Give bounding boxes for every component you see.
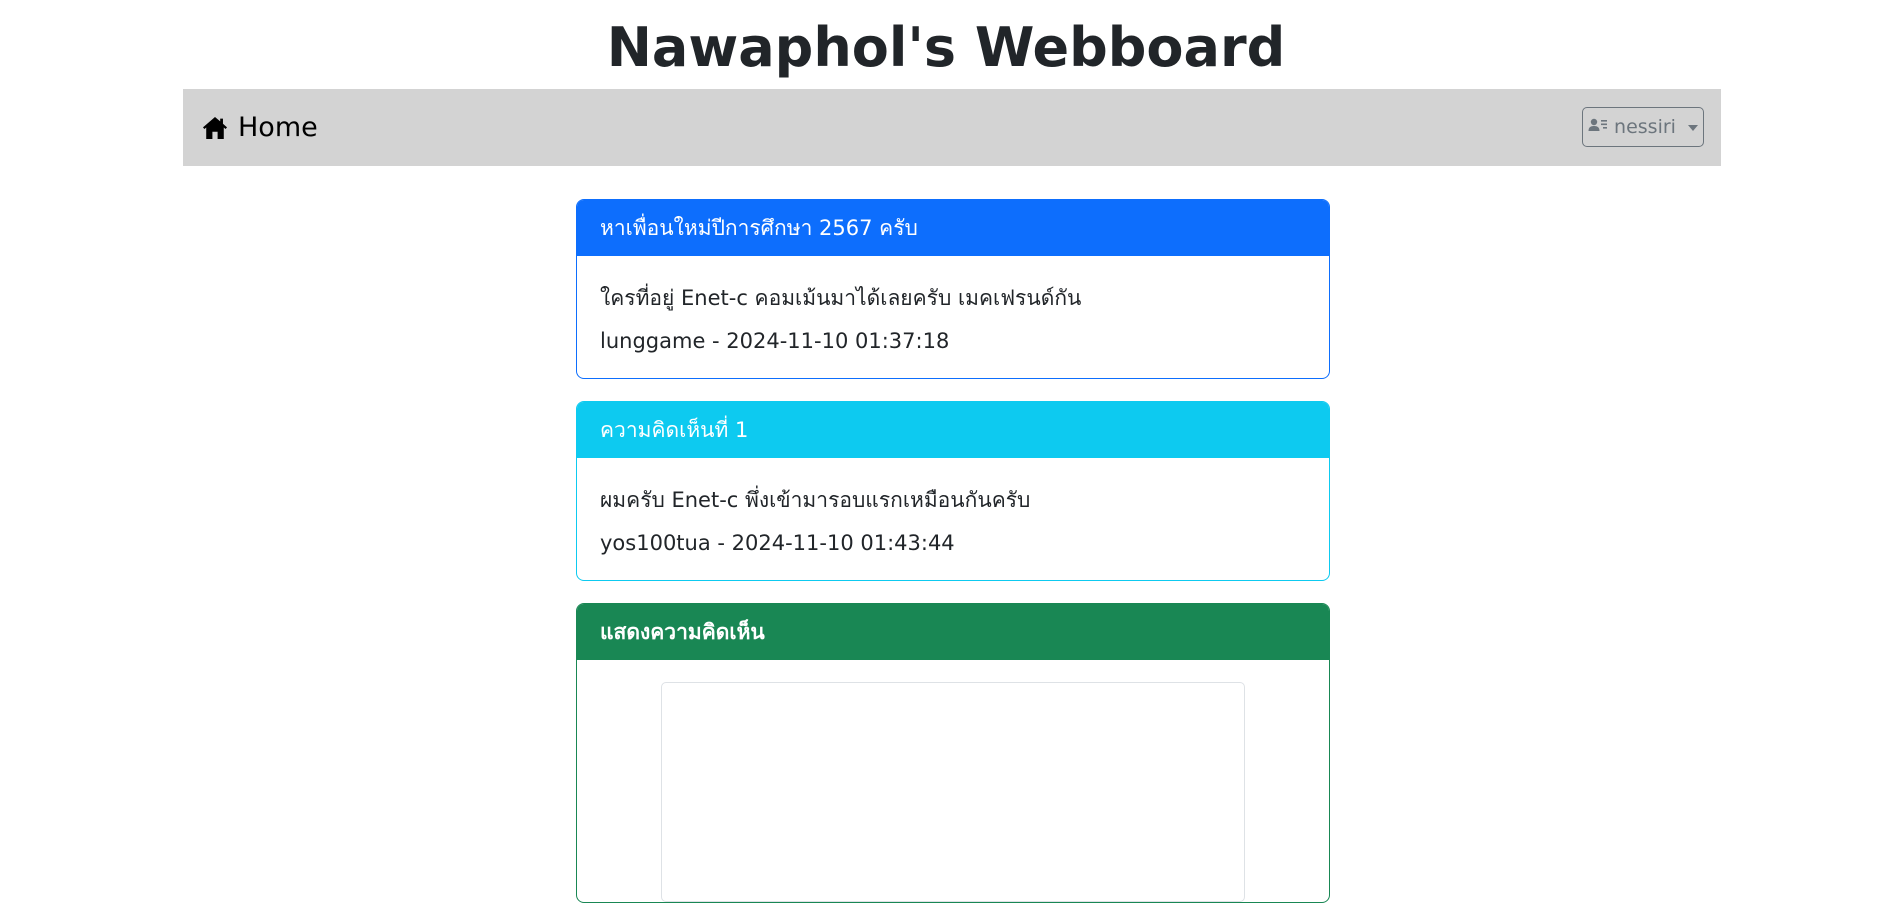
nav-home-link[interactable]: Home bbox=[202, 89, 318, 166]
comment-body: ผมครับ Enet-c พึ่งเข้ามารอบแรกเหมือนกันค… bbox=[577, 458, 1329, 565]
reply-card: แสดงความคิดเห็น bbox=[576, 603, 1330, 903]
comment-meta: yos100tua - 2024-11-10 01:43:44 bbox=[600, 531, 955, 555]
person-lines-icon bbox=[1588, 116, 1608, 138]
reply-textarea[interactable] bbox=[661, 682, 1245, 902]
topic-body: ใครที่อยู่ Enet-c คอมเม้นมาได้เลยครับ เม… bbox=[577, 256, 1329, 363]
topic-meta: lunggame - 2024-11-10 01:37:18 bbox=[600, 329, 950, 353]
topic-card: หาเพื่อนใหม่ปีการศึกษา 2567 ครับ ใครที่อ… bbox=[576, 199, 1330, 379]
navbar: Home nessiri bbox=[183, 89, 1721, 166]
nav-home-label: Home bbox=[238, 112, 318, 143]
comment-card: ความคิดเห็นที่ 1 ผมครับ Enet-c พึ่งเข้าม… bbox=[576, 401, 1330, 581]
comment-header: ความคิดเห็นที่ 1 bbox=[577, 402, 1329, 458]
reply-header: แสดงความคิดเห็น bbox=[577, 604, 1329, 660]
user-dropdown-button[interactable]: nessiri bbox=[1582, 107, 1704, 147]
user-name-label: nessiri bbox=[1614, 116, 1676, 138]
page-title: Nawaphol's Webboard bbox=[606, 16, 1286, 79]
chevron-down-icon bbox=[1687, 125, 1698, 131]
house-icon bbox=[202, 115, 228, 141]
topic-title: หาเพื่อนใหม่ปีการศึกษา 2567 ครับ bbox=[577, 200, 1329, 256]
topic-content: ใครที่อยู่ Enet-c คอมเม้นมาได้เลยครับ เม… bbox=[600, 286, 1082, 310]
comment-content: ผมครับ Enet-c พึ่งเข้ามารอบแรกเหมือนกันค… bbox=[600, 488, 1031, 512]
